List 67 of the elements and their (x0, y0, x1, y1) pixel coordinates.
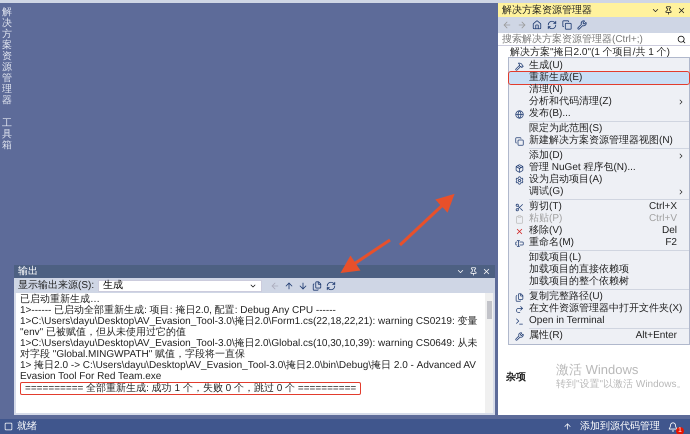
menu-item[interactable]: 调试(G) (509, 186, 689, 198)
refresh-icon[interactable] (547, 20, 557, 30)
menu-item[interactable]: 分析和代码清理(Z) (509, 96, 689, 108)
menu-item[interactable]: 限定为此范围(S) (509, 123, 689, 135)
home-icon[interactable] (532, 20, 542, 30)
globe-icon (514, 110, 524, 118)
gear-icon (514, 176, 524, 184)
menu-item[interactable]: 加载项目的整个依赖树 (509, 276, 689, 288)
pin-icon[interactable] (469, 267, 478, 276)
tree-item[interactable]: 解决方案"掩日2.0"(1 个项目/共 1 个) (498, 46, 690, 59)
search-icon[interactable] (677, 34, 686, 44)
side-tab[interactable]: 解决方案资源管理器 (2, 7, 12, 106)
redo-icon (514, 304, 524, 314)
notification-icon[interactable] (668, 422, 678, 432)
rename-icon (514, 238, 524, 248)
activation-title: 激活 Windows (556, 362, 638, 377)
menu-item[interactable]: 剪切(T) Ctrl+X (509, 201, 689, 213)
status-icon (4, 422, 13, 431)
previous-message-icon[interactable] (284, 280, 294, 290)
menu-item[interactable]: 在文件资源管理器中打开文件夹(X) (509, 303, 689, 315)
menu-item[interactable]: 清理(N) (509, 84, 689, 96)
status-text: 就绪 (17, 420, 37, 434)
wrench-icon[interactable] (577, 20, 587, 30)
menu-item[interactable]: 生成(U) (509, 60, 689, 72)
pin-icon[interactable] (664, 6, 673, 14)
wrench-icon (514, 332, 524, 340)
close-icon[interactable] (677, 6, 686, 14)
close-icon (514, 226, 524, 236)
search-field[interactable]: 搜索解决方案资源管理器(Ctrl+;) (498, 33, 690, 46)
menu-item[interactable]: 移除(V) Del (509, 225, 689, 237)
output-line: 1>C:\Users\dayu\Desktop\AV_Evasion_Tool-3.0\掩日2.0\Form1.cs(22,18,22,21): warning CS0219: 变量 "env" 已被赋值，但从未使用过它的值 (20, 316, 479, 338)
source-control-button[interactable]: 添加到源代码管理 (580, 419, 660, 434)
activation-subtitle: 转到"设置"以激活 Windows。 (556, 378, 686, 392)
clipboard-icon (514, 214, 524, 224)
menu-item[interactable]: 发布(B)... (509, 108, 689, 120)
terminal-icon (514, 316, 524, 326)
hammer-icon (514, 62, 524, 70)
source-label: 显示输出来源(S): (18, 278, 94, 293)
panel-title: 解决方案资源管理器 (502, 4, 592, 18)
panel-title: 输出 (18, 264, 38, 279)
annotation-arrow (340, 238, 391, 273)
next-message-icon[interactable] (298, 280, 308, 290)
menu-item[interactable]: Open in Terminal (509, 315, 689, 327)
output-line: 1>------ 已启动全部重新生成: 项目: 掩日2.0, 配置: Debug Any CPU ------ (20, 305, 336, 316)
menu-item[interactable]: 管理 NuGet 程序包(N)... (509, 162, 689, 174)
output-line: 1>C:\Users\dayu\Desktop\AV_Evasion_Tool-3.0\掩日2.0\Global.cs(10,30,10,39): warning CS0649: 从未对字段 "Global.MINGWPATH" 赋值，字段将一直保 (20, 338, 479, 360)
copy-icon (514, 292, 524, 302)
property-category: 杂项 (506, 370, 526, 385)
source-dropdown[interactable]: 生成 (98, 280, 262, 292)
upload-icon (563, 422, 572, 431)
output-line: 1> 掩日2.0 -> C:\Users\dayu\Desktop\AV_Evasion_Tool-3.0\掩日2.0\bin\Debug\掩日 2.0 - Advanced AV Evasion Tool For Red Team.exe (20, 360, 477, 382)
annotation-arrow (398, 194, 455, 246)
menu-item[interactable]: 重新生成(E) (509, 72, 689, 84)
menu-item[interactable]: 加载项目的直接依赖项 (509, 264, 689, 276)
menu-item[interactable]: 重命名(M) F2 (509, 237, 689, 249)
menu-item[interactable]: 添加(D) (509, 150, 689, 162)
package-icon (514, 164, 524, 172)
menu-item[interactable]: 属性(R) Alt+Enter (509, 330, 689, 342)
menu-item[interactable]: 新建解决方案资源管理器视图(N) (509, 135, 689, 147)
scissors-icon (514, 202, 524, 212)
dropdown-icon[interactable] (456, 267, 465, 276)
side-tab[interactable]: 工具箱 (2, 118, 12, 151)
scrollbar[interactable] (485, 293, 493, 413)
menu-item[interactable]: 复制完整路径(U) (509, 291, 689, 303)
menu-item[interactable]: 卸载项目(L) (509, 252, 689, 264)
output-line: 已启动重新生成… (20, 294, 100, 305)
menu-item[interactable]: 设为启动项目(A) (509, 174, 689, 186)
